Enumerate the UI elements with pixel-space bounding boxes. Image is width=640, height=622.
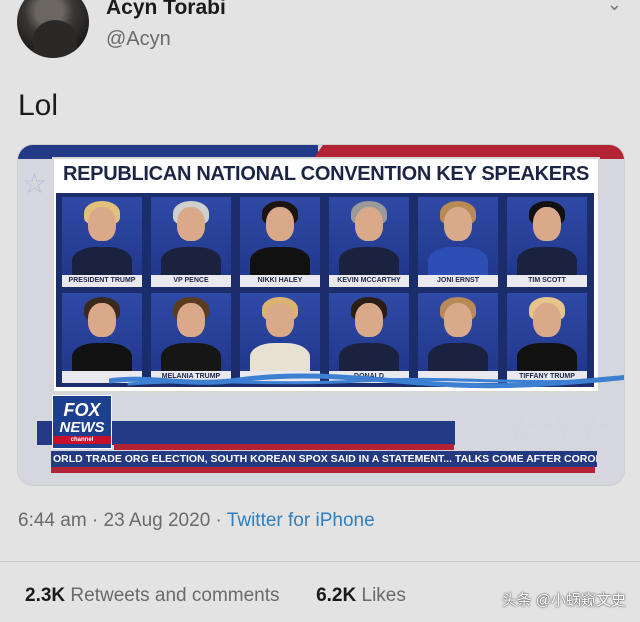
stars-decoration-icon: ☆☆☆ <box>506 410 616 448</box>
divider <box>0 561 640 562</box>
watermark: 头条 @小蜗窥文史 <box>501 592 626 609</box>
ticker-accent <box>51 467 595 473</box>
speaker-photo: MELANIA TRUMP <box>151 293 231 383</box>
tweet-media-image[interactable]: ☆ REPUBLICAN NATIONAL CONVENTION KEY SPE… <box>17 144 625 486</box>
speaker-photo <box>240 293 320 383</box>
chevron-down-icon[interactable]: ⌄ <box>607 0 622 15</box>
lower-third-accent <box>114 444 454 450</box>
speaker-photo: TIFFANY TRUMP <box>507 293 587 383</box>
fox-news-logo: FOX NEWS channel <box>52 395 112 449</box>
display-name[interactable]: Acyn Torabi <box>106 0 226 20</box>
news-ticker: ORLD TRADE ORG ELECTION, SOUTH KOREAN SP… <box>51 451 597 467</box>
speaker-photo <box>418 293 498 383</box>
star-icon: ☆ <box>22 168 48 199</box>
source-link[interactable]: Twitter for iPhone <box>227 510 375 531</box>
tweet-meta: 6:44 am · 23 Aug 2020 · Twitter for iPho… <box>18 510 375 532</box>
retweets-stat[interactable]: 2.3K Retweets and comments <box>25 585 280 606</box>
speaker-photo: TIM SCOTT <box>507 197 587 287</box>
tweet-text: Lol <box>18 89 59 122</box>
speaker-photo: DONALD <box>329 293 409 383</box>
speaker-label: JONI ERNST <box>418 275 498 287</box>
speaker-label: VP PENCE <box>151 275 231 287</box>
scribble-mark <box>109 373 624 389</box>
likes-stat[interactable]: 6.2K Likes <box>316 585 406 606</box>
speaker-label: NIKKI HALEY <box>240 275 320 287</box>
engagement-stats: 2.3K Retweets and comments 6.2K Likes <box>25 585 406 607</box>
user-handle[interactable]: @Acyn <box>106 28 171 51</box>
speakers-panel: REPUBLICAN NATIONAL CONVENTION KEY SPEAK… <box>52 157 624 393</box>
speaker-photo: VP PENCE <box>151 197 231 287</box>
speakers-grid: PRESIDENT TRUMP VP PENCE NIKKI HALEY KEVIN … <box>56 193 594 387</box>
speaker-photo: NIKKI HALEY <box>240 197 320 287</box>
speaker-photo: PRESIDENT TRUMP <box>62 197 142 287</box>
panel-title: REPUBLICAN NATIONAL CONVENTION KEY SPEAK… <box>62 163 590 185</box>
speaker-photo: KEVIN MCCARTHY <box>329 197 409 287</box>
speaker-photo <box>62 293 142 383</box>
speaker-label: KEVIN MCCARTHY <box>329 275 409 287</box>
speaker-label: PRESIDENT TRUMP <box>62 275 142 287</box>
avatar[interactable] <box>17 0 89 58</box>
speaker-label: TIM SCOTT <box>507 275 587 287</box>
speaker-photo: JONI ERNST <box>418 197 498 287</box>
timestamp[interactable]: 6:44 am · 23 Aug 2020 · <box>18 510 227 531</box>
